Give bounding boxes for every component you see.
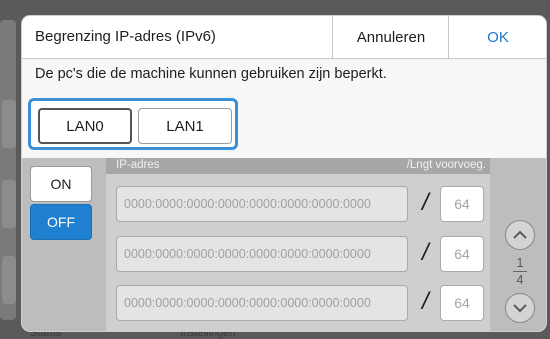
ip-address-field[interactable]: 0000:0000:0000:0000:0000:0000:0000:0000 (116, 236, 408, 272)
dialog-title: Begrenzing IP-adres (IPv6) (35, 28, 216, 45)
column-header-ip: IP-adres (116, 159, 160, 171)
page-indicator: 1 4 (498, 256, 542, 287)
dialog-header: Begrenzing IP-adres (IPv6) Annuleren OK (22, 16, 546, 59)
page-divider (513, 271, 527, 272)
prefix-separator: / (422, 288, 429, 315)
ip-address-list: IP-adres /Lngt voorvoeg. 0000:0000:0000:… (106, 158, 490, 331)
table-row: 0000:0000:0000:0000:0000:0000:0000:0000 … (116, 236, 490, 274)
prefix-length-field[interactable]: 64 (440, 236, 484, 272)
settings-area: ON OFF IP-adres /Lngt voorvoeg. 0000:000… (22, 158, 546, 331)
scroll-controls: 1 4 (498, 158, 546, 331)
scroll-up-button[interactable] (505, 220, 535, 250)
ip-address-field[interactable]: 0000:0000:0000:0000:0000:0000:0000:0000 (116, 186, 408, 222)
cancel-button[interactable]: Annuleren (332, 16, 449, 58)
prefix-length-field[interactable]: 64 (440, 186, 484, 222)
background-tile (2, 180, 16, 228)
prefix-length-field[interactable]: 64 (440, 285, 484, 321)
column-header-prefix: /Lngt voorvoeg. (406, 159, 486, 171)
lan-tab-group: LAN0 LAN1 (28, 98, 238, 150)
scroll-down-button[interactable] (505, 293, 535, 323)
tab-lan0[interactable]: LAN0 (38, 108, 132, 144)
table-row: 0000:0000:0000:0000:0000:0000:0000:0000 … (116, 285, 490, 323)
off-button[interactable]: OFF (30, 204, 92, 240)
page-current: 1 (516, 256, 524, 270)
chevron-up-icon (513, 230, 527, 239)
tab-lan1[interactable]: LAN1 (138, 108, 232, 144)
chevron-down-icon (513, 304, 527, 313)
background-tile (2, 256, 16, 304)
prefix-separator: / (422, 239, 429, 266)
on-button[interactable]: ON (30, 166, 92, 202)
dialog-description: De pc's die de machine kunnen gebruiken … (35, 66, 387, 82)
background-tile (2, 100, 16, 148)
table-row: 0000:0000:0000:0000:0000:0000:0000:0000 … (116, 186, 490, 224)
page-total: 4 (516, 273, 524, 287)
ipv6-restriction-dialog: Begrenzing IP-adres (IPv6) Annuleren OK … (22, 16, 546, 331)
prefix-separator: / (422, 189, 429, 216)
ip-address-field[interactable]: 0000:0000:0000:0000:0000:0000:0000:0000 (116, 285, 408, 321)
list-header: IP-adres /Lngt voorvoeg. (106, 158, 490, 174)
ok-button[interactable]: OK (448, 16, 546, 58)
